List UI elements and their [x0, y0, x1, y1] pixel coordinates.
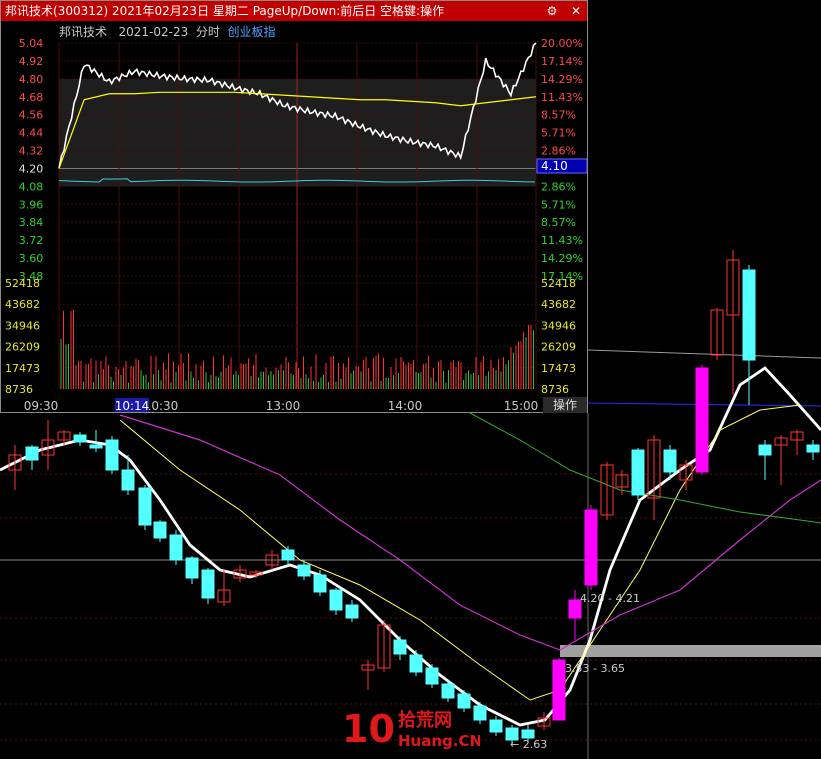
- candle: [313, 574, 327, 593]
- pct-tick: 2.86%: [541, 180, 576, 193]
- volume-tick: 52418: [5, 277, 40, 290]
- volume-tick: 8736: [541, 383, 569, 396]
- pct-tick: 17.14%: [541, 55, 583, 68]
- time-tick: 15:00: [504, 399, 539, 412]
- candle: [663, 449, 677, 473]
- candle: [121, 469, 135, 491]
- ma20-line: [119, 414, 821, 651]
- pct-tick: 2.86%: [541, 145, 576, 158]
- price-tick: 4.32: [19, 145, 44, 158]
- price-tick: 3.84: [19, 216, 44, 229]
- price-zone-label-1: 4.20 - 4.21: [580, 592, 640, 605]
- volume-tick: 17473: [5, 362, 40, 375]
- candle: [169, 534, 183, 561]
- gear-icon[interactable]: ⚙: [543, 2, 561, 20]
- ma30-line: [469, 412, 821, 524]
- price-tick: 4.20: [19, 162, 44, 175]
- candle: [185, 557, 199, 579]
- candle: [281, 549, 295, 561]
- candle: [297, 564, 311, 577]
- pct-tick: 14.29%: [541, 252, 583, 265]
- candle: [409, 654, 423, 673]
- candle: [521, 729, 535, 739]
- candle: [89, 444, 103, 449]
- candle: [806, 444, 820, 453]
- cursor-time: 10:14: [115, 399, 150, 412]
- price-tick: 3.60: [19, 252, 44, 265]
- candle: [441, 683, 455, 699]
- price-tick: 4.92: [19, 55, 44, 68]
- window-titlebar[interactable]: 邦讯技术(300312) 2021年02月23日 星期二 PageUp/Down…: [1, 1, 587, 21]
- pct-tick: 5.71%: [541, 198, 576, 211]
- time-tick: 09:30: [24, 399, 59, 412]
- volume-tick: 26209: [541, 341, 576, 354]
- price-zone-label-2: 3.53 - 3.65: [565, 662, 625, 675]
- candle: [695, 367, 709, 473]
- candle: [489, 719, 503, 733]
- volume-tick: 8736: [5, 383, 33, 396]
- price-tick: 4.44: [19, 127, 44, 140]
- price-tick: 4.08: [19, 180, 44, 193]
- time-tick: 13:00: [266, 399, 301, 412]
- candle: [758, 444, 772, 456]
- pct-tick: 5.71%: [541, 127, 576, 140]
- price-tick: 4.80: [19, 73, 44, 86]
- volume-tick: 43682: [5, 298, 40, 311]
- cursor-price: 4.10: [541, 159, 568, 173]
- low-price-label: ← 2.63: [510, 738, 547, 751]
- intraday-chart[interactable]: 5.04 20.00% 4.92 17.14% 4.80 14.29% 4.68 11.43%…: [1, 21, 587, 412]
- volume-tick: 34946: [5, 319, 40, 332]
- window-title: 邦讯技术(300312) 2021年02月23日 星期二 PageUp/Down…: [5, 4, 445, 18]
- close-icon[interactable]: ✕: [567, 2, 585, 20]
- pct-tick: 11.43%: [541, 91, 583, 104]
- operate-tab[interactable]: 操作: [543, 397, 587, 413]
- pct-tick: 11.43%: [541, 234, 583, 247]
- pct-tick: 8.57%: [541, 216, 576, 229]
- candle: [201, 569, 215, 599]
- candle: [73, 434, 87, 443]
- candle: [345, 604, 359, 619]
- price-tick: 3.72: [19, 234, 44, 247]
- volume-tick: 26209: [5, 341, 40, 354]
- price-tick: 4.68: [19, 91, 44, 104]
- volume-tick: 17473: [541, 362, 576, 375]
- candle: [25, 446, 39, 461]
- watermark-logo: 10 拾荒网 Huang.CN: [340, 704, 482, 752]
- candle: [105, 439, 119, 471]
- pct-tick: 20.00%: [541, 37, 583, 50]
- candle: [329, 589, 343, 611]
- price-tick: 5.04: [19, 37, 44, 50]
- candle: [584, 509, 598, 586]
- volume-tick: 34946: [541, 319, 576, 332]
- candle: [742, 269, 756, 361]
- volume-tick: 43682: [541, 298, 576, 311]
- time-tick: 14:00: [388, 399, 423, 412]
- svg-text:拾荒网: 拾荒网: [398, 709, 452, 731]
- candle: [153, 521, 167, 539]
- pct-tick: 8.57%: [541, 109, 576, 122]
- price-tick: 3.96: [19, 198, 44, 211]
- intraday-window[interactable]: 邦讯技术(300312) 2021年02月23日 星期二 PageUp/Down…: [0, 0, 588, 413]
- candle: [138, 487, 152, 526]
- price-tick: 4.56: [19, 109, 44, 122]
- volume-tick: 52418: [541, 277, 576, 290]
- svg-text:Huang.CN: Huang.CN: [398, 732, 480, 750]
- svg-text:10: 10: [342, 707, 395, 751]
- pct-tick: 14.29%: [541, 73, 583, 86]
- candle: [393, 639, 407, 655]
- candle: [425, 667, 439, 685]
- candle: [552, 659, 566, 721]
- candle: [631, 449, 645, 496]
